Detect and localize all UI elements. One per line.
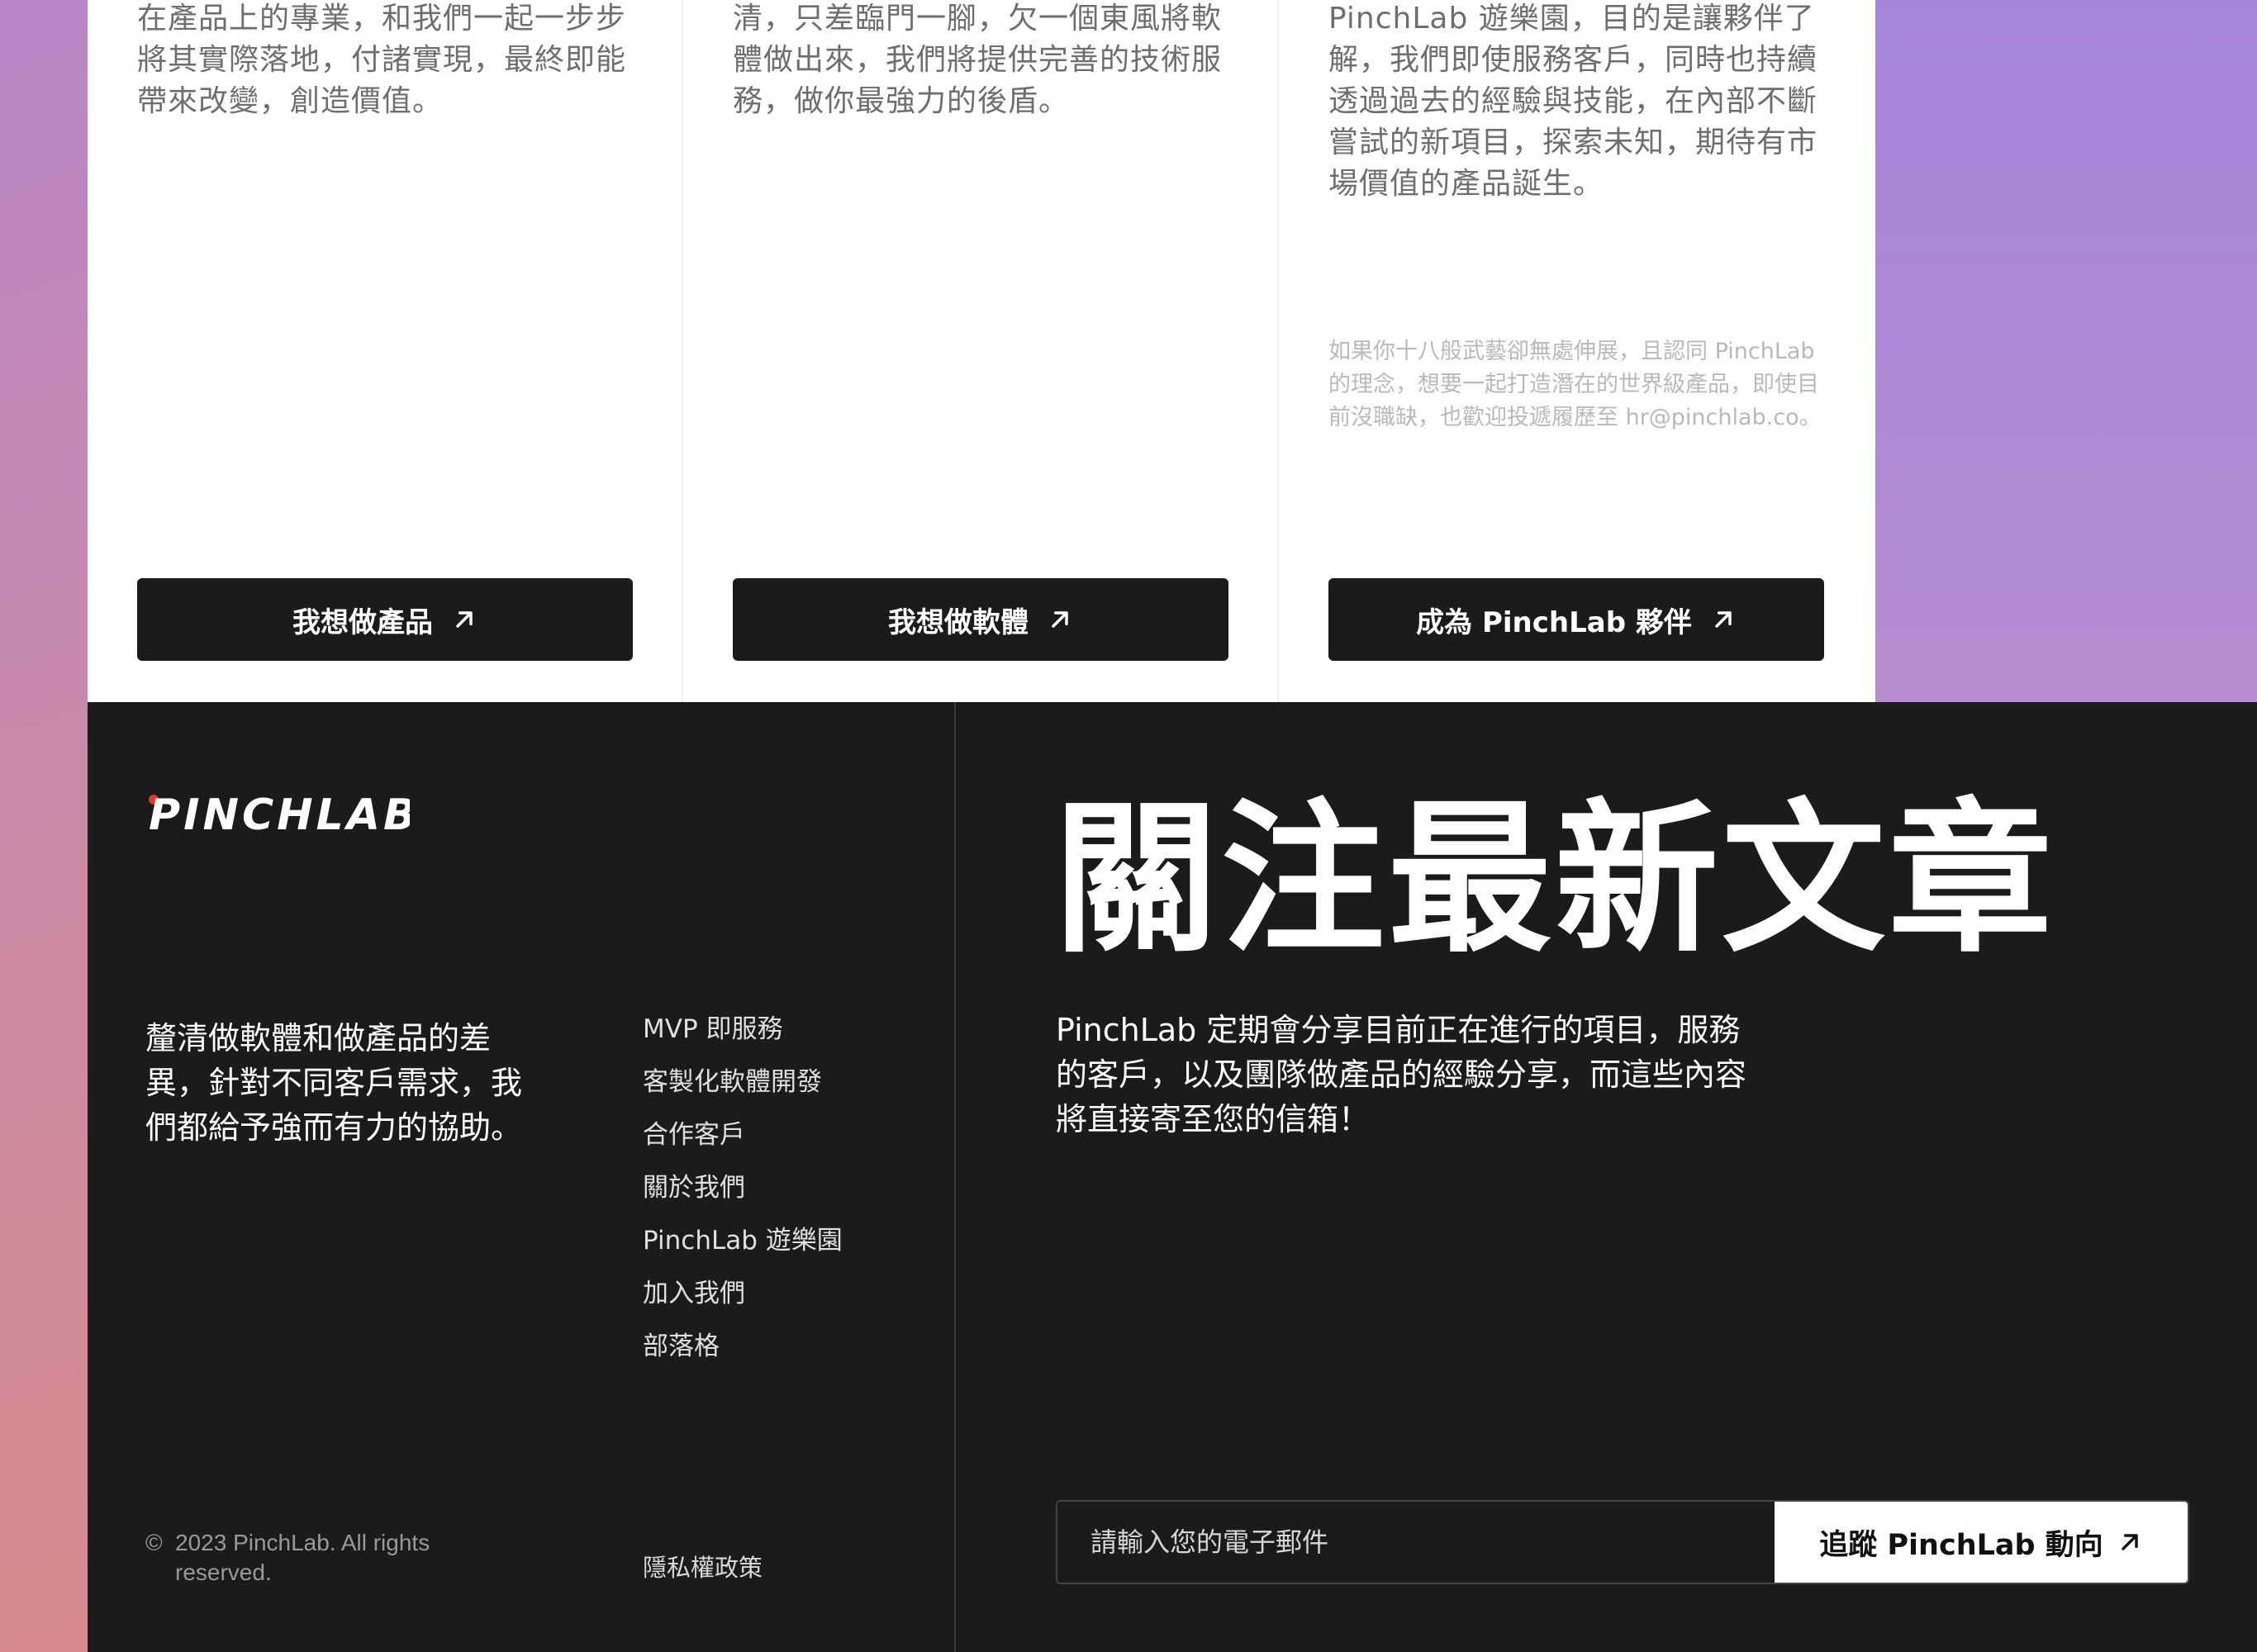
arrow-up-right-icon [2117,1529,2143,1555]
arrow-up-right-icon [1047,606,1073,633]
careers-note: 如果你十八般武藝卻無處伸展，且認同 PinchLab 的理念，想要一起打造潛在的… [1328,339,1822,430]
newsletter-form: 追蹤 PinchLab 動向 [1056,1500,2189,1584]
card-partner: 品並非不可能的任務。設立 PinchLab 遊樂園，目的是讓夥伴了解，我們即使服… [1279,0,1874,702]
card-description: 品並非不可能的任務。設立 PinchLab 遊樂園，目的是讓夥伴了解，我們即使服… [1328,2,1818,201]
footer-tagline: 釐清做軟體和做產品的差異，針對不同客戶需求，我們都給予強而有力的協助。 [145,1020,523,1146]
email-input[interactable] [1057,1502,1775,1583]
footer-link-playground[interactable]: PinchLab 遊樂園 [643,1224,843,1257]
pinchlab-logo[interactable]: PINCHLAB [145,783,416,841]
newsletter-title: 關注最新文章 [1054,784,2055,975]
footer-link-blog[interactable]: 部落格 [643,1330,843,1363]
follow-pinchlab-button[interactable]: 追蹤 PinchLab 動向 [1775,1502,2188,1583]
button-label: 我想做軟體 [888,605,1029,639]
card-description: 于市場潛在機會，相信只要透過我們在產品上的專業，和我們一起一步步將其實際落地，付… [137,2,627,118]
svg-text:PINCHLAB: PINCHLAB [149,790,410,840]
copyright-label: 2023 PinchLab. All rights reserved. [175,1530,430,1585]
card-description: 眾，以及要執行的內容你都已經釐清，只差臨門一腳，欠一個東風將軟體做出來，我們將提… [733,2,1223,118]
site-footer: PINCHLAB 釐清做軟體和做產品的差異，針對不同客戶需求，我們都給予強而有力… [88,702,2257,1652]
card-software: 眾，以及要執行的內容你都已經釐清，只差臨門一腳，欠一個東風將軟體做出來，我們將提… [683,0,1279,702]
logo-mark: PINCHLAB [149,790,416,840]
footer-link-clients[interactable]: 合作客戶 [643,1118,843,1151]
want-software-button[interactable]: 我想做軟體 [733,578,1228,661]
become-partner-button[interactable]: 成為 PinchLab 夥伴 [1328,578,1824,661]
footer-link-custom-software[interactable]: 客製化軟體開發 [643,1066,843,1099]
button-label: 追蹤 PinchLab 動向 [1819,1528,2103,1562]
gradient-background [1875,0,2257,702]
newsletter-description: PinchLab 定期會分享目前正在進行的項目，服務的客戶，以及團隊做產品的經驗… [1056,1012,1747,1137]
privacy-policy-link[interactable]: 隱私權政策 [643,1551,763,1584]
service-cards: 于市場潛在機會，相信只要透過我們在產品上的專業，和我們一起一步步將其實際落地，付… [88,0,1875,702]
copyright-text: © 2023 PinchLab. All rights reserved. [145,1528,501,1588]
footer-nav: MVP 即服務 客製化軟體開發 合作客戶 關於我們 PinchLab 遊樂園 加… [643,1013,843,1383]
copyright-icon: © [145,1530,163,1555]
footer-link-mvp[interactable]: MVP 即服務 [643,1013,843,1046]
arrow-up-right-icon [1710,606,1737,633]
footer-link-about[interactable]: 關於我們 [643,1171,843,1204]
footer-divider [954,702,956,1652]
arrow-up-right-icon [451,606,478,633]
want-product-button[interactable]: 我想做產品 [137,578,633,661]
card-product: 于市場潛在機會，相信只要透過我們在產品上的專業，和我們一起一步步將其實際落地，付… [88,0,683,702]
button-label: 成為 PinchLab 夥伴 [1416,605,1692,639]
footer-link-join-us[interactable]: 加入我們 [643,1277,843,1310]
button-label: 我想做產品 [292,605,433,639]
